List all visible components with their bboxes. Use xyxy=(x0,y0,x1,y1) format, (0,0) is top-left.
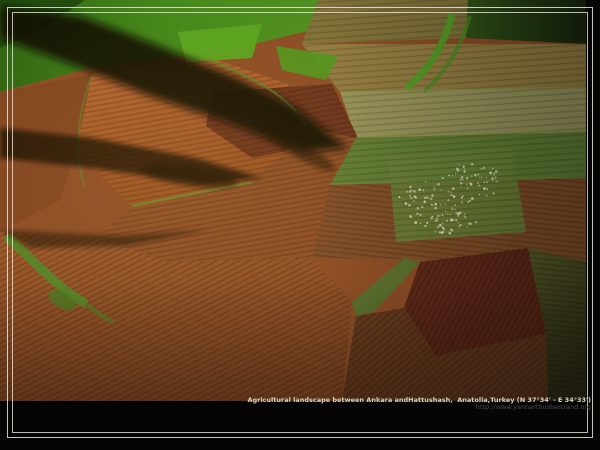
wallpaper-canvas: Agricultural landscape between Ankara an… xyxy=(0,0,600,450)
aerial-photo xyxy=(0,0,586,401)
photo-credit-url: http://www.yannarthusbertrand.org xyxy=(247,404,591,411)
caption: Agricultural landscape between Ankara an… xyxy=(247,397,591,411)
bottom-darken-overlay xyxy=(0,0,586,401)
aerial-photo-art xyxy=(0,0,586,401)
